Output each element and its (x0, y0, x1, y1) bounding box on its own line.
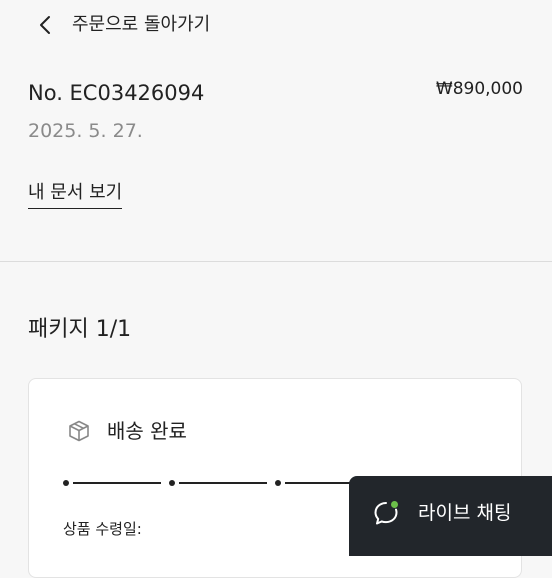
back-to-orders-link[interactable]: 주문으로 돌아가기 (72, 14, 210, 36)
progress-segment (73, 482, 161, 484)
order-total: ₩890,000 (435, 79, 523, 99)
progress-step-dot (275, 480, 281, 486)
order-number: No. EC03426094 (28, 81, 205, 105)
progress-step-dot (169, 480, 175, 486)
chevron-left-icon (40, 16, 50, 34)
receipt-date-label: 상품 수령일: (63, 520, 142, 538)
back-button[interactable] (34, 14, 56, 36)
live-chat-button[interactable]: 라이브 채팅 (349, 476, 552, 556)
order-date: 2025. 5. 27. (28, 120, 143, 142)
progress-step-dot (63, 480, 69, 486)
live-chat-label: 라이브 채팅 (418, 502, 512, 524)
progress-segment (179, 482, 267, 484)
chat-bubble-icon (374, 501, 398, 525)
package-title: 패키지 1/1 (28, 317, 132, 342)
package-box-icon (69, 420, 89, 442)
online-status-dot (391, 501, 398, 508)
view-documents-link[interactable]: 내 문서 보기 (28, 181, 123, 209)
delivery-status: 배송 완료 (107, 419, 187, 443)
section-divider (0, 261, 552, 262)
page-header: 주문으로 돌아가기 (0, 0, 552, 52)
